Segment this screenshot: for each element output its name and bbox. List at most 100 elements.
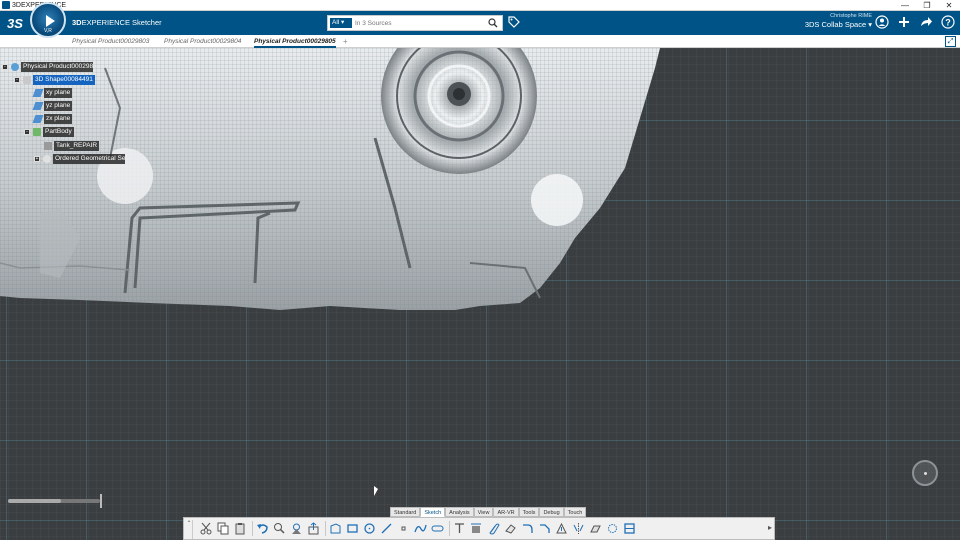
robot-icon[interactable]	[290, 522, 303, 536]
action-tab-analysis[interactable]: Analysis	[445, 507, 474, 517]
brand-experience: EXPERIENCE	[81, 18, 130, 27]
tree-node-zx-plane[interactable]: zx plane	[32, 114, 73, 125]
app-icon	[2, 1, 10, 9]
positioned-sketch-icon[interactable]	[329, 522, 342, 536]
tree-node-3dshape[interactable]: - 3D Shape00084491	[14, 75, 95, 86]
cut-icon[interactable]	[200, 522, 213, 536]
more-actions-icon[interactable]: ▸	[768, 523, 772, 532]
action-tab-sketch[interactable]: Sketch	[420, 507, 446, 517]
add-icon[interactable]	[896, 15, 912, 31]
point-icon[interactable]	[397, 522, 410, 536]
share-icon[interactable]	[918, 15, 934, 31]
svg-text:?: ?	[945, 18, 951, 28]
action-tab-touch[interactable]: Touch	[563, 507, 587, 517]
search-scope-label: All	[332, 19, 340, 26]
tree-label: Ordered Geometrical Set	[53, 154, 125, 164]
mesh-icon	[44, 142, 52, 150]
action-tab-standard[interactable]: Standard	[390, 507, 421, 517]
geoset-icon	[43, 155, 51, 163]
user-avatar-icon[interactable]	[874, 15, 890, 31]
search-scope-dropdown[interactable]: All ▾	[330, 18, 352, 28]
tree-label: xy plane	[44, 88, 73, 98]
tree-label: 3D Shape00084491	[33, 75, 95, 85]
tree-node-ordered-geoset[interactable]: + Ordered Geometrical Set	[34, 154, 125, 165]
user-menu[interactable]: Christophe RIME 3DS Collab Space ▾	[805, 13, 872, 30]
tree-expander[interactable]: -	[14, 77, 20, 83]
document-tabbar: Physical Product00029803 Physical Produc…	[0, 35, 960, 48]
paperclip-icon[interactable]	[487, 522, 500, 536]
robot-compass-icon[interactable]	[912, 460, 938, 486]
help-icon[interactable]: ?	[940, 15, 956, 31]
slot-icon[interactable]	[431, 522, 444, 536]
constraint-icon[interactable]	[453, 522, 466, 536]
tree-label: Physical Product00029805	[21, 62, 93, 72]
3d-viewport[interactable]: - Physical Product00029805 -3D Shape00084…	[0, 48, 960, 540]
tree-label: PartBody	[43, 127, 74, 137]
ds-logo-icon[interactable]: 3S	[6, 13, 26, 33]
play-icon	[46, 15, 55, 27]
action-tab-view[interactable]: View	[473, 507, 494, 517]
corner-icon[interactable]	[521, 522, 534, 536]
search-box: All ▾	[327, 15, 503, 31]
mirror-icon[interactable]	[572, 522, 585, 536]
action-tab-tools[interactable]: Tools	[518, 507, 540, 517]
plane-icon	[32, 89, 44, 97]
top-bar: 3S 3DEXPERIENCE Sketcher All ▾ Christoph…	[0, 11, 960, 35]
tree-label: zx plane	[44, 114, 73, 124]
tree-expander[interactable]: -	[2, 64, 8, 70]
tree-node-xy-plane[interactable]: xy plane	[32, 88, 73, 99]
tree-node-yz-plane[interactable]: yz plane	[32, 101, 73, 112]
tree-node-tank-repair[interactable]: Tank_REPAIR	[44, 141, 100, 152]
action-bar-grip-icon[interactable]: ⌃	[186, 520, 193, 539]
tree-expander[interactable]: +	[34, 156, 40, 162]
action-bar: ⌃ ▸	[183, 517, 775, 540]
zoom-slider-fill	[8, 499, 62, 503]
grid-snap-icon[interactable]	[623, 522, 636, 536]
project-icon[interactable]	[589, 522, 602, 536]
action-tab-ar-vr[interactable]: AR-VR	[493, 507, 519, 517]
minimize-button[interactable]: —	[894, 0, 916, 11]
spline-icon[interactable]	[414, 522, 427, 536]
close-button[interactable]: ✕	[938, 0, 960, 11]
app-brand: 3DEXPERIENCE Sketcher	[72, 17, 162, 29]
tree-expander[interactable]: -	[24, 129, 30, 135]
construction-icon[interactable]	[606, 522, 619, 536]
trim-icon[interactable]	[555, 522, 568, 536]
compass-center-dot	[924, 472, 927, 475]
tab-product-29805[interactable]: Physical Product00029805	[254, 35, 336, 48]
compass-label: V,R	[44, 28, 52, 34]
plane-icon	[32, 115, 44, 123]
separator	[449, 521, 450, 536]
search-icon[interactable]	[488, 18, 498, 28]
action-tab-debug[interactable]: Debug	[539, 507, 564, 517]
chamfer-icon[interactable]	[538, 522, 551, 536]
eraser-icon[interactable]	[504, 522, 517, 536]
zoom-area-icon[interactable]	[273, 522, 286, 536]
dimension-icon[interactable]	[470, 522, 483, 536]
zoom-slider-handle[interactable]	[100, 494, 102, 508]
collab-space: 3DS Collab Space	[804, 20, 867, 29]
maximize-icon[interactable]: ⤢	[945, 36, 956, 47]
tree-node-product[interactable]: - Physical Product00029805	[2, 62, 93, 73]
separator	[325, 521, 326, 536]
paste-icon[interactable]	[234, 522, 247, 536]
add-tab-button[interactable]: +	[343, 35, 348, 48]
search-input[interactable]	[355, 17, 485, 29]
restore-button[interactable]: ❐	[916, 0, 938, 11]
tree-zoom-slider[interactable]	[8, 494, 102, 508]
tab-product-29804[interactable]: Physical Product00029804	[164, 35, 241, 48]
tag-icon[interactable]	[508, 16, 520, 28]
tree-node-partbody[interactable]: - PartBody	[24, 127, 74, 138]
copy-icon[interactable]	[217, 522, 230, 536]
undo-icon[interactable]	[256, 522, 269, 536]
shape-icon	[23, 76, 31, 84]
tab-product-29803[interactable]: Physical Product00029803	[72, 35, 149, 48]
compass-widget[interactable]: V,R	[30, 2, 66, 38]
circle-icon[interactable]	[363, 522, 376, 536]
mouse-cursor	[374, 486, 378, 496]
line-icon[interactable]	[380, 522, 393, 536]
export-icon[interactable]	[307, 521, 320, 536]
window-titlebar: 3DEXPERIENCE — ❐ ✕	[0, 0, 960, 11]
product-icon	[11, 63, 19, 71]
rectangle-icon[interactable]	[346, 522, 359, 536]
